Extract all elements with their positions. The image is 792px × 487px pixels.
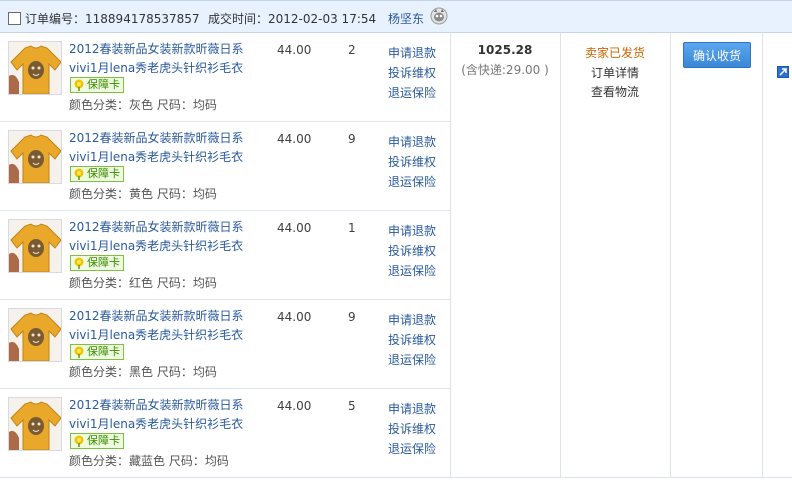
guarantee-card-label: 保障卡	[87, 167, 120, 180]
product-spec: 颜色分类：黄色 尺码：均码	[69, 187, 217, 201]
guarantee-card-badge[interactable]: 保障卡	[70, 77, 124, 93]
apply-refund-link[interactable]: 申请退款	[388, 222, 436, 239]
product-thumbnail[interactable]	[8, 41, 62, 95]
product-thumbnail[interactable]	[8, 397, 62, 451]
product-thumbnail[interactable]	[8, 219, 62, 273]
complaint-link[interactable]: 投诉维权	[388, 420, 436, 437]
guarantee-card-badge[interactable]: 保障卡	[70, 166, 124, 182]
column-divider	[450, 33, 451, 477]
guarantee-card-label: 保障卡	[87, 434, 120, 447]
sweater-image-icon	[9, 398, 61, 450]
apply-refund-link[interactable]: 申请退款	[388, 311, 436, 328]
guarantee-card-label: 保障卡	[87, 256, 120, 269]
order-item-row: 2012春装新品女装新款昕薇日系vivi1月lena秀老虎头针织衫毛衣 保障卡 …	[0, 300, 450, 389]
guarantee-card-badge[interactable]: 保障卡	[70, 433, 124, 449]
unit-price: 44.00	[277, 399, 312, 413]
column-divider	[762, 33, 763, 477]
product-spec: 颜色分类：藏蓝色 尺码：均码	[69, 454, 229, 468]
complaint-link[interactable]: 投诉维权	[388, 242, 436, 259]
product-spec: 颜色分类：红色 尺码：均码	[69, 276, 217, 290]
product-title-link[interactable]: 2012春装新品女装新款昕薇日系vivi1月lena秀老虎头针织衫毛衣	[69, 396, 249, 434]
unit-price: 44.00	[277, 310, 312, 324]
return-insurance-link[interactable]: 退运保险	[388, 262, 436, 279]
return-insurance-link[interactable]: 退运保险	[388, 351, 436, 368]
seller-name-link[interactable]: 杨坚东	[388, 10, 424, 27]
quantity: 5	[348, 399, 356, 413]
sweater-image-icon	[9, 131, 61, 183]
external-link-icon[interactable]	[777, 66, 789, 78]
order-item-row: 2012春装新品女装新款昕薇日系vivi1月lena秀老虎头针织衫毛衣 保障卡 …	[0, 389, 450, 478]
guarantee-card-badge[interactable]: 保障卡	[70, 344, 124, 360]
sweater-image-icon	[9, 309, 61, 361]
order-item-row: 2012春装新品女装新款昕薇日系vivi1月lena秀老虎头针织衫毛衣 保障卡 …	[0, 122, 450, 211]
guarantee-card-label: 保障卡	[87, 345, 120, 358]
shipping-fee: (含快递:29.00 )	[461, 63, 549, 77]
guarantee-flower-icon	[74, 257, 84, 269]
guarantee-flower-icon	[74, 168, 84, 180]
confirm-receipt-button[interactable]: 确认收货	[683, 42, 751, 68]
quantity: 9	[348, 310, 356, 324]
product-spec: 颜色分类：灰色 尺码：均码	[69, 98, 217, 112]
view-logistics-link[interactable]: 查看物流	[560, 83, 670, 100]
product-title-link[interactable]: 2012春装新品女装新款昕薇日系vivi1月lena秀老虎头针织衫毛衣	[69, 40, 249, 78]
complaint-link[interactable]: 投诉维权	[388, 153, 436, 170]
guarantee-flower-icon	[74, 79, 84, 91]
order-item-row: 2012春装新品女装新款昕薇日系vivi1月lena秀老虎头针织衫毛衣 保障卡 …	[0, 211, 450, 300]
wangwang-chat-icon[interactable]	[430, 7, 448, 25]
guarantee-flower-icon	[74, 435, 84, 447]
quantity: 1	[348, 221, 356, 235]
product-thumbnail[interactable]	[8, 130, 62, 184]
guarantee-card-label: 保障卡	[87, 78, 120, 91]
quantity: 2	[348, 43, 356, 57]
unit-price: 44.00	[277, 132, 312, 146]
guarantee-flower-icon	[74, 346, 84, 358]
order-detail-link[interactable]: 订单详情	[560, 64, 670, 81]
sweater-image-icon	[9, 42, 61, 94]
sweater-image-icon	[9, 220, 61, 272]
guarantee-card-badge[interactable]: 保障卡	[70, 255, 124, 271]
order-total: 1025.28	[477, 43, 533, 57]
unit-price: 44.00	[277, 221, 312, 235]
apply-refund-link[interactable]: 申请退款	[388, 44, 436, 61]
return-insurance-link[interactable]: 退运保险	[388, 173, 436, 190]
quantity: 9	[348, 132, 356, 146]
complaint-link[interactable]: 投诉维权	[388, 331, 436, 348]
product-title-link[interactable]: 2012春装新品女装新款昕薇日系vivi1月lena秀老虎头针织衫毛衣	[69, 129, 249, 167]
order-number-label: 订单编号：118894178537857	[25, 12, 200, 26]
order-select-checkbox[interactable]	[8, 12, 21, 25]
order-number: 118894178537857	[85, 12, 200, 26]
unit-price: 44.00	[277, 43, 312, 57]
order-header: 订单编号：118894178537857 成交时间：2012-02-03 17:…	[0, 0, 792, 33]
deal-time: 成交时间：2012-02-03 17:54	[208, 12, 377, 26]
order-status: 卖家已发货	[584, 46, 645, 60]
complaint-link[interactable]: 投诉维权	[388, 64, 436, 81]
return-insurance-link[interactable]: 退运保险	[388, 440, 436, 457]
apply-refund-link[interactable]: 申请退款	[388, 133, 436, 150]
order-bottom-border	[0, 477, 792, 478]
product-title-link[interactable]: 2012春装新品女装新款昕薇日系vivi1月lena秀老虎头针织衫毛衣	[69, 218, 249, 256]
product-spec: 颜色分类：黑色 尺码：均码	[69, 365, 217, 379]
return-insurance-link[interactable]: 退运保险	[388, 84, 436, 101]
product-thumbnail[interactable]	[8, 308, 62, 362]
product-title-link[interactable]: 2012春装新品女装新款昕薇日系vivi1月lena秀老虎头针织衫毛衣	[69, 307, 249, 345]
apply-refund-link[interactable]: 申请退款	[388, 400, 436, 417]
order-item-row: 2012春装新品女装新款昕薇日系vivi1月lena秀老虎头针织衫毛衣 保障卡 …	[0, 33, 450, 122]
column-divider	[670, 33, 671, 477]
